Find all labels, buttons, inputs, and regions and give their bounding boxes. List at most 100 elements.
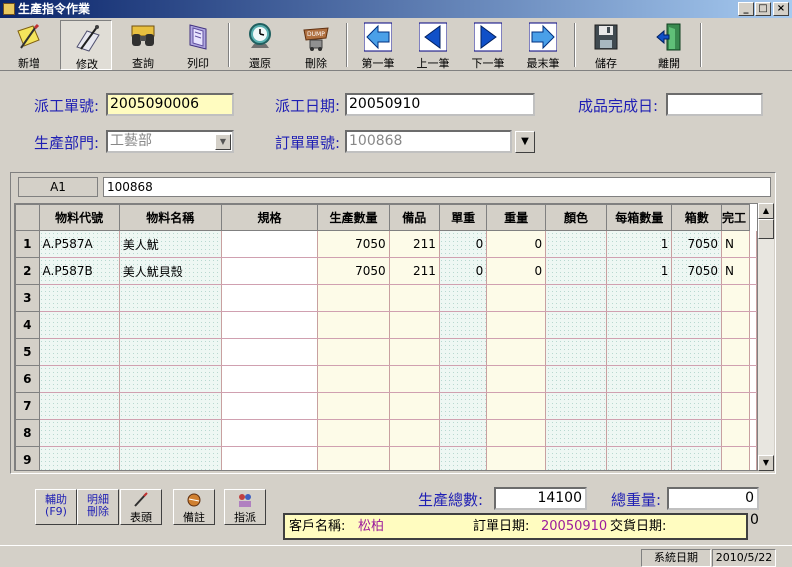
exit-button[interactable]: 離開	[643, 20, 695, 70]
grid-cell[interactable]	[606, 338, 673, 366]
grid-cell[interactable]	[119, 392, 222, 420]
col-header[interactable]: 重量	[486, 204, 547, 231]
grid-cell[interactable]	[545, 446, 607, 470]
grid-cell[interactable]: 美人魷	[119, 230, 222, 258]
grid-cell[interactable]	[119, 365, 222, 393]
grid-cell[interactable]	[221, 338, 319, 366]
grid-cell[interactable]	[721, 419, 750, 447]
dispatch-date-field[interactable]: 20050910	[345, 93, 535, 116]
table-row[interactable]: 4	[15, 311, 757, 339]
grid-cell[interactable]	[545, 257, 607, 285]
row-header[interactable]: 4	[15, 311, 40, 339]
grid-cell[interactable]: A.P587A	[39, 230, 120, 258]
grid-cell[interactable]	[39, 284, 120, 312]
grid-cell[interactable]	[119, 419, 222, 447]
grid-cell[interactable]: 7050	[317, 257, 390, 285]
grid-cell[interactable]	[721, 338, 750, 366]
scroll-thumb[interactable]	[758, 219, 774, 239]
grid-cell[interactable]	[39, 446, 120, 470]
scroll-down-icon[interactable]: ▼	[758, 455, 774, 471]
minimize-button[interactable]: _	[738, 2, 754, 16]
grid-cell[interactable]	[439, 338, 488, 366]
grid-cell[interactable]	[221, 311, 319, 339]
grid-cell[interactable]: 211	[389, 230, 440, 258]
grid-cell[interactable]	[671, 311, 723, 339]
table-row[interactable]: 2 A.P587B 美人魷貝殼 7050 211 0 0 1 7050 N	[15, 257, 757, 285]
grid-cell[interactable]: 7050	[671, 257, 723, 285]
col-header[interactable]: 單重	[438, 204, 488, 231]
table-row[interactable]: 9	[15, 446, 757, 470]
cell-value-input[interactable]: 100868	[103, 177, 771, 197]
close-button[interactable]: ×	[773, 2, 789, 16]
grid-cell[interactable]	[221, 257, 319, 285]
grid-cell[interactable]	[221, 419, 319, 447]
grid-cell[interactable]	[439, 284, 488, 312]
grid-cell[interactable]: N	[721, 257, 750, 285]
assist-f9-button[interactable]: 輔助 (F9)	[35, 489, 77, 525]
next-record-button[interactable]: 下一筆	[462, 20, 514, 70]
print-button[interactable]: 列印	[172, 20, 224, 70]
col-header[interactable]: 備品	[388, 204, 440, 231]
grid-cell[interactable]	[317, 284, 390, 312]
col-header[interactable]: 物料名稱	[118, 204, 222, 231]
grid-cell[interactable]	[119, 338, 222, 366]
grid-cell[interactable]	[439, 311, 488, 339]
grid-cell[interactable]	[545, 365, 607, 393]
prev-record-button[interactable]: 上一筆	[407, 20, 459, 70]
grid-cell[interactable]	[606, 365, 673, 393]
grid-cell[interactable]	[545, 392, 607, 420]
col-header[interactable]: 完工	[721, 204, 750, 231]
grid-cell[interactable]	[39, 311, 120, 339]
grid-cell[interactable]	[671, 446, 723, 470]
grid-cell[interactable]: 0	[439, 257, 488, 285]
grid-cell[interactable]	[671, 338, 723, 366]
maximize-button[interactable]: □	[755, 2, 771, 16]
grid-cell[interactable]	[606, 284, 673, 312]
grid-cell[interactable]	[721, 284, 750, 312]
grid-cell[interactable]	[545, 338, 607, 366]
query-button[interactable]: 查詢	[117, 20, 169, 70]
col-header[interactable]: 顏色	[545, 204, 607, 231]
grid-cell[interactable]	[317, 446, 390, 470]
grid-cell[interactable]	[389, 284, 440, 312]
col-header[interactable]: 規格	[220, 204, 319, 231]
grid-cell[interactable]: 7050	[671, 230, 723, 258]
row-header[interactable]: 6	[15, 365, 40, 393]
grid-cell[interactable]	[486, 392, 547, 420]
row-header[interactable]: 1	[15, 230, 40, 258]
grid-cell[interactable]: 0	[486, 230, 547, 258]
grid-cell[interactable]	[389, 311, 440, 339]
col-header[interactable]: 箱數	[671, 204, 723, 231]
grid-cell[interactable]	[486, 419, 547, 447]
grid-cell[interactable]	[671, 284, 723, 312]
grid-cell[interactable]: 211	[389, 257, 440, 285]
grid-cell[interactable]	[606, 392, 673, 420]
sales-no-dropdown-button[interactable]: ▼	[515, 131, 535, 153]
finish-date-field[interactable]	[666, 93, 763, 116]
note-button[interactable]: 備註	[173, 489, 215, 525]
grid-cell[interactable]	[439, 365, 488, 393]
grid-cell[interactable]	[317, 365, 390, 393]
grid-cell[interactable]: 0	[439, 230, 488, 258]
grid-cell[interactable]: 7050	[317, 230, 390, 258]
grid-cell[interactable]	[721, 392, 750, 420]
grid-cell[interactable]	[119, 284, 222, 312]
table-row[interactable]: 3	[15, 284, 757, 312]
row-header[interactable]: 8	[15, 419, 40, 447]
grid-cell[interactable]	[221, 365, 319, 393]
change-header-button[interactable]: 表頭	[120, 489, 162, 525]
assign-button[interactable]: 指派	[224, 489, 266, 525]
grid-cell[interactable]	[671, 419, 723, 447]
new-button[interactable]: 新增	[3, 20, 55, 70]
chevron-down-icon[interactable]: ▼	[215, 134, 231, 150]
first-record-button[interactable]: 第一筆	[352, 20, 404, 70]
grid-cell[interactable]	[486, 338, 547, 366]
delete-detail-button[interactable]: 明細 刪除	[77, 489, 119, 525]
grid-cell[interactable]	[721, 446, 750, 470]
grid-cell[interactable]	[606, 311, 673, 339]
row-header[interactable]: 5	[15, 338, 40, 366]
table-row[interactable]: 6	[15, 365, 757, 393]
grid-cell[interactable]	[671, 392, 723, 420]
grid-cell[interactable]	[221, 230, 319, 258]
grid-cell[interactable]	[119, 446, 222, 470]
